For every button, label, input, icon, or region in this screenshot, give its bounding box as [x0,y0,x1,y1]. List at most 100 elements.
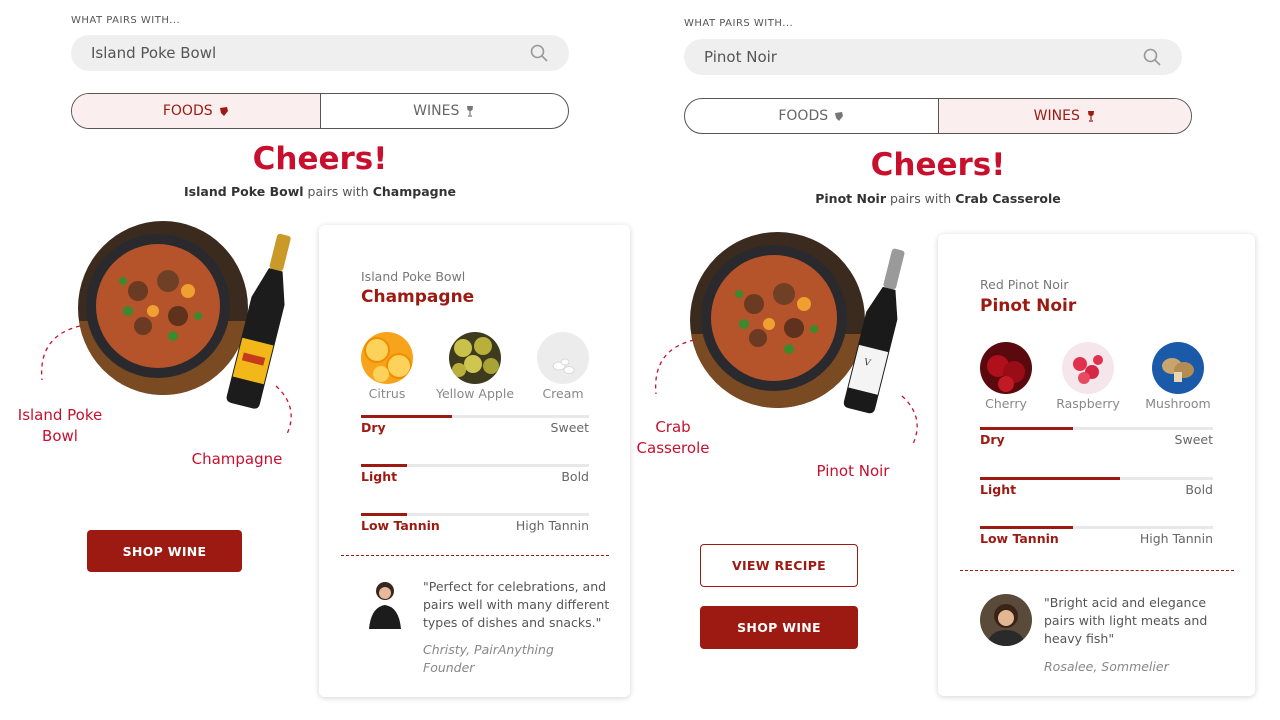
testimonial-quote: "Bright acid and elegance pairs with lig… [1044,595,1208,646]
testimonial-author: Christy, PairAnything Founder [423,642,554,675]
flavor-label: Cherry [985,396,1027,411]
scale-right-label: Bold [1185,482,1213,497]
wine-type: Island Poke Bowl [361,269,466,284]
search-icon[interactable] [529,43,549,63]
citrus-icon [361,332,413,384]
flavor-cream: Cream [523,332,603,401]
tab-wines-label: WINES [1033,108,1080,124]
wine-pointer-curve [275,385,292,437]
food-pointer-curve [41,325,81,381]
right-pairing-panel: WHAT PAIRS WITH... Pinot Noir FOODS WINE… [637,0,1280,720]
scale-right-label: Sweet [550,420,589,435]
avatar [980,594,1032,646]
flavor-label: Yellow Apple [435,386,515,401]
raspberry-icon [1062,342,1114,394]
scale-right-label: High Tannin [1139,531,1213,546]
subtitle-match: Champagne [372,184,456,199]
left-pairing-panel: WHAT PAIRS WITH... Island Poke Bowl FOOD… [0,0,640,720]
search-value: Pinot Noir [704,48,777,66]
flavor-raspberry: Raspberry [1048,342,1128,411]
wine-name: Pinot Noir [980,296,1077,316]
foods-wines-toggle: FOODS WINES [71,93,569,129]
tab-wines[interactable]: WINES [319,94,569,128]
flavor-citrus: Citrus [347,332,427,401]
food-pointer-curve [655,339,695,395]
food-caption-line1: Island Poke [17,406,103,424]
tannin-scale: Low Tannin High Tannin [361,513,589,533]
flavor-cherry: Cherry [966,342,1046,411]
wine-detail-card: Island Poke Bowl Champagne Citrus Yellow… [319,225,630,697]
search-icon[interactable] [1142,47,1162,67]
tannin-scale: Low Tannin High Tannin [980,526,1213,546]
food-icon [219,106,228,116]
scale-fill [980,526,1074,529]
testimonial-quote: "Perfect for celebrations, and pairs wel… [423,579,610,630]
subtitle-item: Island Poke Bowl [184,184,304,199]
apple-icon [449,332,501,384]
flavor-label: Citrus [368,386,406,401]
subtitle-match: Crab Casserole [955,191,1061,206]
pairs-with-label: WHAT PAIRS WITH... [71,15,181,26]
food-caption-line2: Casserole [636,439,710,457]
tab-foods[interactable]: FOODS [72,94,320,128]
food-caption-line1: Crab [655,418,691,436]
pairing-subtitle: Island Poke Bowl pairs with Champagne [71,184,569,199]
wine-type: Red Pinot Noir [980,277,1069,292]
foods-wines-toggle: FOODS WINES [684,98,1192,134]
body-scale: Light Bold [980,477,1213,497]
card-divider [341,555,609,556]
wine-pointer-curve [901,395,918,447]
wine-caption: Pinot Noir [816,462,890,480]
food-icon [835,111,844,121]
scale-fill [361,464,407,467]
scale-left-label: Dry [361,420,386,435]
search-input[interactable]: Island Poke Bowl [71,35,569,71]
scale-left-label: Low Tannin [980,531,1059,546]
wine-glass-icon [1087,111,1094,122]
wine-name: Champagne [361,287,475,307]
pairing-subtitle: Pinot Noir pairs with Crab Casserole [689,191,1187,206]
scale-left-label: Dry [980,432,1005,447]
sweetness-scale: Dry Sweet [980,427,1213,447]
pairs-with-label: WHAT PAIRS WITH... [684,18,794,29]
view-recipe-button[interactable]: VIEW RECIPE [700,544,858,587]
flavor-label: Mushroom [1145,396,1211,411]
subtitle-connector: pairs with [889,191,952,206]
shop-wine-button[interactable]: SHOP WINE [700,606,858,649]
shop-wine-button[interactable]: SHOP WINE [87,530,242,572]
card-divider [960,570,1234,571]
scale-fill [980,477,1120,480]
food-image [78,221,248,395]
search-input[interactable]: Pinot Noir [684,39,1182,75]
wine-detail-card: Red Pinot Noir Pinot Noir Cherry Raspber… [938,234,1255,696]
mushroom-icon [1152,342,1204,394]
cheers-heading: Cheers! [252,141,388,177]
sweetness-scale: Dry Sweet [361,415,589,435]
food-caption: Island Poke Bowl [10,405,110,447]
flavor-yellow-apple: Yellow Apple [435,332,515,401]
cherry-icon [980,342,1032,394]
cream-icon [537,332,589,384]
scale-right-label: Bold [561,469,589,484]
tab-wines[interactable]: WINES [937,99,1191,133]
tab-foods-label: FOODS [162,103,213,119]
tab-foods-label: FOODS [778,108,829,124]
search-value: Island Poke Bowl [91,44,217,62]
cheers-heading: Cheers! [870,147,1006,183]
scale-fill [361,415,453,418]
tab-wines-label: WINES [413,103,460,119]
food-image [690,232,865,408]
food-caption-line2: Bowl [42,427,78,445]
tab-foods[interactable]: FOODS [685,99,938,133]
wine-bottle-image: V [843,248,905,414]
scale-fill [361,513,407,516]
subtitle-connector: pairs with [307,184,369,199]
flavor-mushroom: Mushroom [1138,342,1218,411]
scale-right-label: Sweet [1174,432,1213,447]
testimonial-author: Rosalee, Sommelier [1044,659,1169,674]
subtitle-item: Pinot Noir [815,191,886,206]
scale-left-label: Light [980,482,1017,497]
flavor-label: Raspberry [1056,396,1120,411]
scale-left-label: Low Tannin [361,518,440,533]
scale-left-label: Light [361,469,398,484]
